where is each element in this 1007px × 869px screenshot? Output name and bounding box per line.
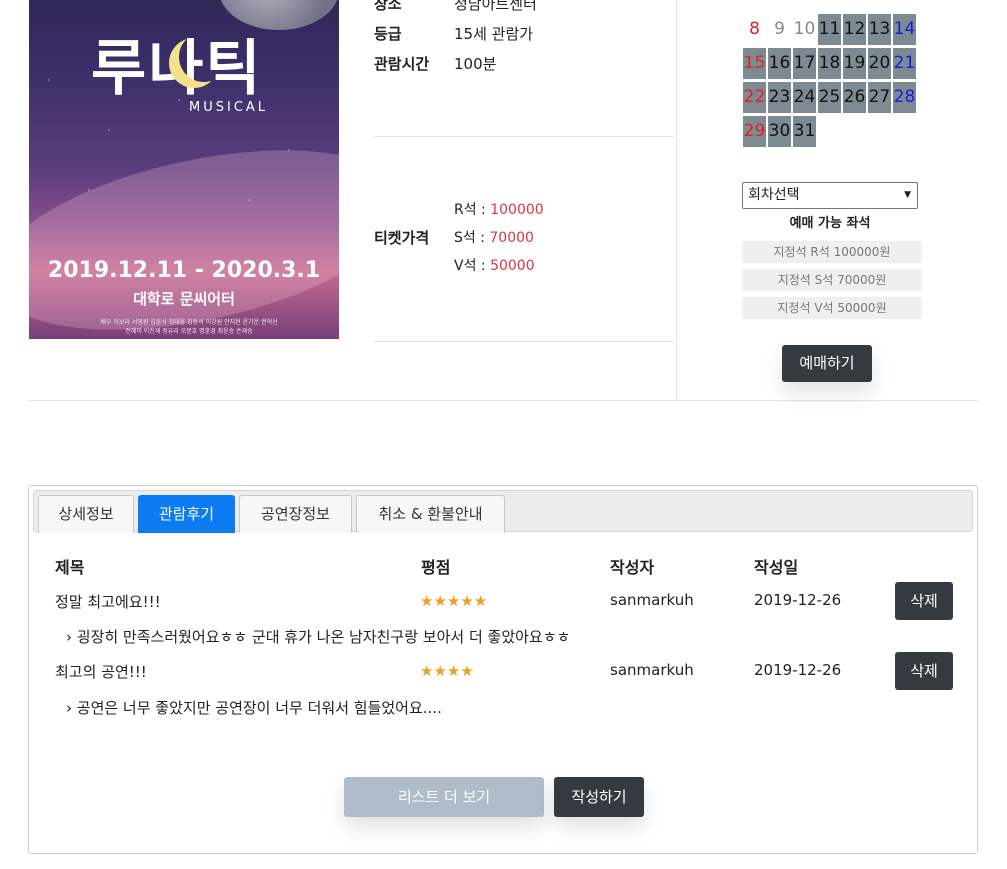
book-button[interactable]: 예매하기 [782, 345, 872, 382]
load-more-button[interactable]: 리스트 더 보기 [344, 777, 544, 817]
write-review-button[interactable]: 작성하기 [554, 777, 644, 817]
header-author: 작성자 [610, 558, 655, 577]
place-value: 청담아트센터 [454, 0, 537, 13]
calendar-day[interactable]: 22 [743, 82, 766, 113]
calendar-day[interactable]: 15 [743, 48, 766, 79]
calendar-day[interactable]: 24 [793, 82, 816, 113]
show-poster: 루나틱 MUSICAL 2019.12.11 - 2020.3.1 대학로 문씨… [29, 0, 339, 339]
price-label: 티켓가격 [374, 229, 430, 247]
price-v: V석 : 50000 [454, 255, 535, 275]
review-stars: ★★★★ [420, 662, 474, 680]
tab-venue[interactable]: 공연장정보 [239, 495, 352, 533]
divider [374, 341, 674, 342]
calendar-day: 10 [793, 19, 816, 39]
calendar-day[interactable]: 23 [768, 82, 791, 113]
poster-credits: 배우 이보라 서영원 김훈식 최태웅 김동석 이강원 안지현 윤기운 권혁선 전… [100, 319, 278, 335]
review-title[interactable]: 최고의 공연!!! [55, 661, 147, 682]
section-divider [28, 400, 978, 401]
review-stars: ★★★★★ [420, 592, 488, 610]
price-amount: 70000 [489, 230, 534, 246]
calendar-day[interactable]: 26 [843, 82, 866, 113]
price-seat: R석 : [454, 202, 491, 218]
calendar-day[interactable]: 27 [868, 82, 891, 113]
available-seats-title: 예매 가능 좌석 [789, 216, 871, 231]
calendar-day[interactable]: 16 [768, 48, 791, 79]
review-date: 2019-12-26 [754, 661, 842, 679]
review-comment: › 공연은 너무 좋았지만 공연장이 너무 더워서 힘들었어요.... [66, 699, 442, 717]
calendar-day[interactable]: 29 [743, 116, 766, 147]
crescent-moon-icon [179, 32, 229, 82]
calendar-day[interactable]: 28 [893, 82, 916, 113]
seat-option-v: 지정석 V석 50000원 [742, 297, 922, 319]
price-seat: S석 : [454, 230, 490, 246]
calendar-day[interactable]: 12 [843, 14, 866, 45]
header-rating: 평점 [421, 558, 451, 577]
place-label: 장소 [374, 0, 402, 13]
dropdown-arrow-icon: ▼ [904, 190, 911, 200]
delete-button[interactable]: 삭제 [895, 652, 953, 690]
calendar-day: 8 [749, 19, 760, 39]
header-title: 제목 [55, 558, 85, 577]
review-comment: › 굉장히 만족스러웠어요ㅎㅎ 군대 휴가 나온 남자친구랑 보아서 더 좋았아… [66, 628, 571, 646]
runtime-value: 100분 [454, 55, 497, 73]
tab-bar: 상세정보 관람후기 공연장정보 취소 & 환불안내 [33, 490, 973, 533]
price-amount: 100000 [490, 202, 544, 218]
calendar-day[interactable]: 21 [893, 48, 916, 79]
price-s: S석 : 70000 [454, 227, 534, 247]
calendar-day[interactable]: 25 [818, 82, 841, 113]
grade-value: 15세 관람가 [454, 25, 534, 43]
calendar-day[interactable]: 20 [868, 48, 891, 79]
tab-detail[interactable]: 상세정보 [38, 495, 134, 533]
divider [374, 136, 674, 137]
calendar-day[interactable]: 30 [768, 116, 791, 147]
session-select[interactable]: 회차선택 ▼ [742, 182, 918, 209]
seat-option-r: 지정석 R석 100000원 [742, 241, 922, 263]
calendar-day[interactable]: 14 [893, 14, 916, 45]
calendar-day[interactable]: 31 [793, 116, 816, 147]
column-divider [676, 0, 677, 400]
review-author: sanmarkuh [610, 661, 694, 679]
calendar-day: 9 [774, 19, 785, 39]
price-r: R석 : 100000 [454, 199, 544, 219]
grade-label: 등급 [374, 25, 402, 43]
price-seat: V석 : [454, 258, 491, 274]
poster-venue: 대학로 문씨어터 [133, 290, 235, 308]
poster-logo: 루나틱 [91, 34, 263, 104]
delete-button[interactable]: 삭제 [895, 582, 953, 620]
price-amount: 50000 [490, 258, 535, 274]
poster-dates: 2019.12.11 - 2020.3.1 [47, 258, 321, 283]
session-select-value: 회차선택 [748, 187, 800, 203]
runtime-label: 관람시간 [374, 55, 430, 73]
calendar-day[interactable]: 19 [843, 48, 866, 79]
calendar-day[interactable]: 11 [818, 14, 841, 45]
seat-option-s: 지정석 S석 70000원 [742, 269, 922, 291]
header-date: 작성일 [754, 558, 799, 577]
calendar-day[interactable]: 18 [818, 48, 841, 79]
calendar-day[interactable]: 13 [868, 14, 891, 45]
tab-reviews[interactable]: 관람후기 [138, 495, 235, 533]
calendar-day[interactable]: 17 [793, 48, 816, 79]
review-author: sanmarkuh [610, 591, 694, 609]
review-date: 2019-12-26 [754, 591, 842, 609]
review-title[interactable]: 정말 최고에요!!! [55, 591, 161, 612]
tab-refund[interactable]: 취소 & 환불안내 [356, 495, 505, 533]
poster-subtitle: MUSICAL [189, 100, 269, 115]
